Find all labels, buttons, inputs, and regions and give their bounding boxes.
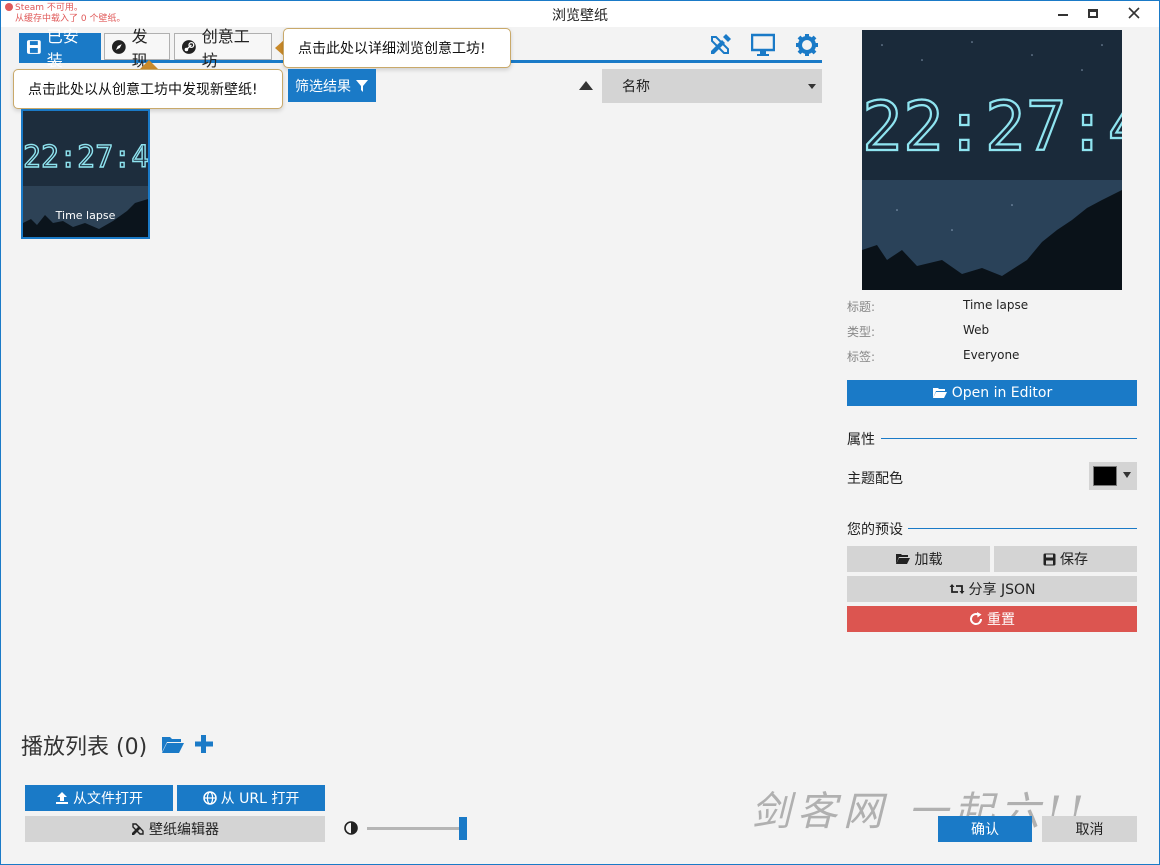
editor-tools-icon[interactable] [708,33,732,57]
filter-button[interactable]: 筛选结果 [288,69,376,102]
load-preset-label: 加载 [914,552,943,568]
sort-direction-icon[interactable] [579,81,593,90]
maximize-icon [1088,8,1098,18]
save-preset-button[interactable]: 保存 [994,546,1137,572]
compass-icon [111,39,126,54]
divider [881,438,1137,439]
discover-tooltip: 点击此处以从创意工坊中发现新壁纸! [13,69,283,109]
contrast-icon [344,821,358,835]
type-label: 类型: [847,325,876,339]
playlist-title: 播放列表 (0) [21,735,148,760]
open-in-editor-label: Open in Editor [951,385,1053,401]
workshop-tooltip: 点击此处以详细浏览创意工坊! [283,28,511,68]
tab-installed-label: 已安装 [46,26,79,70]
preview-clock: 22:27:48 [862,88,1122,167]
divider [908,528,1137,529]
save-preset-label: 保存 [1060,552,1088,568]
open-in-editor-button[interactable]: Open in Editor [847,380,1137,406]
filter-icon [356,79,368,92]
thumb-clock: 22:27:48 [23,140,148,175]
brightness-slider-track[interactable] [367,827,463,830]
save-icon [1043,553,1056,565]
wallpaper-editor-label: 壁纸编辑器 [149,822,219,838]
tab-discover[interactable]: 发现 [104,27,170,70]
preview-image: 22:27:48 [862,30,1122,290]
confirm-button[interactable]: 确认 [938,816,1032,842]
type-value: Web [963,323,990,337]
tab-workshop-label: 创意工坊 [201,26,250,70]
tab-workshop[interactable]: 创意工坊 [174,27,272,70]
upload-icon [56,792,68,804]
close-icon [1128,7,1140,19]
save-icon [26,39,41,54]
chevron-down-icon [1123,472,1131,478]
tooltip-arrow [140,60,158,69]
window-title: 浏览壁纸 [552,8,608,24]
tags-value: Everyone [963,348,1020,362]
title-label: 标题: [847,300,876,314]
folder-open-icon[interactable] [161,733,185,755]
refresh-icon [970,612,983,625]
theme-color-picker[interactable] [1089,462,1137,490]
open-from-url-label: 从 URL 打开 [220,791,300,807]
discover-tooltip-text: 点击此处以从创意工坊中发现新壁纸! [28,82,258,98]
theme-color-swatch [1093,466,1117,486]
brightness-slider-fill [367,827,463,830]
close-button[interactable] [1111,1,1157,25]
share-json-button[interactable]: 分享 JSON [847,576,1137,602]
tab-installed[interactable]: 已安装 [19,27,101,70]
wallpaper-preview: 22:27:48 [862,30,1122,290]
minimize-icon [1058,14,1068,16]
open-from-url-button[interactable]: 从 URL 打开 [177,785,325,811]
presets-title: 您的预设 [847,522,903,538]
filter-label: 筛选结果 [295,78,351,95]
cancel-label: 取消 [1075,822,1104,838]
cancel-button[interactable]: 取消 [1042,816,1137,842]
title-bar: Steam 不可用。 从缓存中载入了 0 个壁纸。 浏览壁纸 [1,1,1159,27]
share-json-label: 分享 JSON [968,582,1036,598]
workshop-tooltip-text: 点击此处以详细浏览创意工坊! [298,41,486,57]
maximize-button[interactable] [1075,1,1111,25]
open-from-file-label: 从文件打开 [73,791,143,807]
confirm-label: 确认 [971,822,999,838]
brightness-slider-handle[interactable] [459,817,467,840]
wallpaper-title: Time lapse [55,209,116,222]
theme-color-label: 主题配色 [847,471,903,487]
retweet-icon [949,584,965,594]
folder-open-icon [932,388,947,398]
sort-selected: 名称 [622,79,650,95]
globe-icon [202,791,217,805]
watermark-text: 剑客网 一起六!! [751,789,1090,835]
title-value: Time lapse [963,298,1029,312]
reset-button[interactable]: 重置 [847,606,1137,632]
open-from-file-button[interactable]: 从文件打开 [25,785,173,811]
reset-label: 重置 [987,612,1015,628]
properties-title: 属性 [847,432,875,448]
wallpaper-item[interactable]: 22:27:48 Time lapse [21,109,150,239]
app-window: Steam 不可用。 从缓存中载入了 0 个壁纸。 浏览壁纸 已安装 发现 创意… [0,0,1160,865]
plus-icon[interactable] [192,733,216,755]
tags-label: 标签: [847,350,876,364]
sort-select[interactable]: 名称 [602,69,822,103]
folder-open-icon [895,554,910,564]
steam-icon [181,39,196,54]
monitor-icon[interactable] [751,33,775,57]
chevron-down-icon [808,84,816,89]
gear-icon[interactable] [795,33,819,57]
wallpaper-editor-button[interactable]: 壁纸编辑器 [25,816,325,842]
load-preset-button[interactable]: 加载 [847,546,990,572]
editor-tools-icon [132,823,144,835]
